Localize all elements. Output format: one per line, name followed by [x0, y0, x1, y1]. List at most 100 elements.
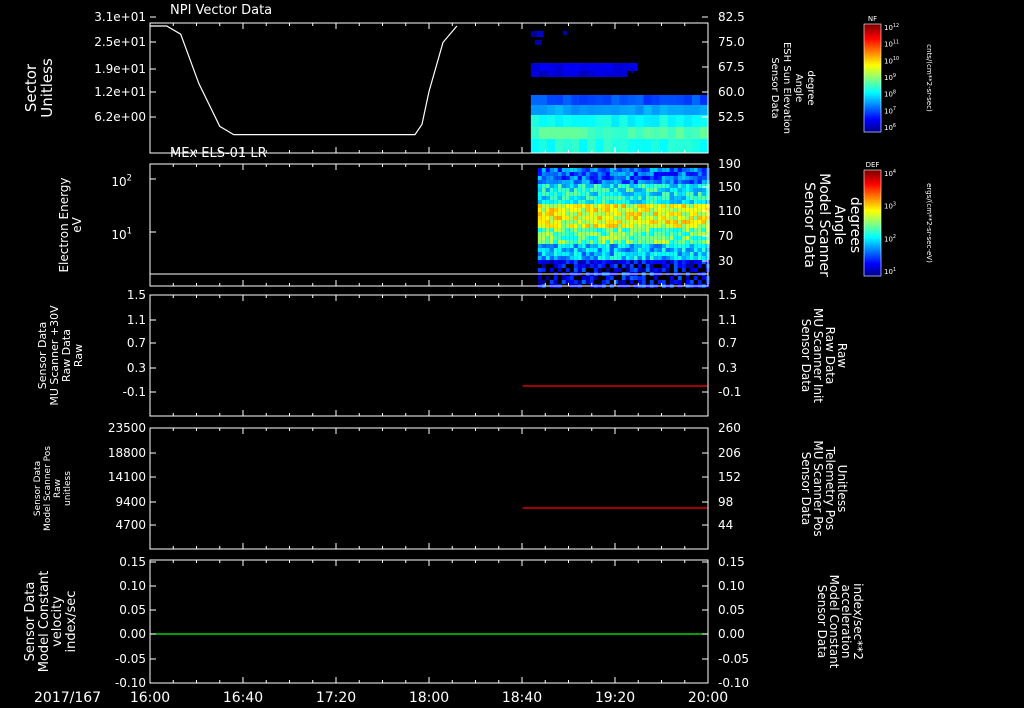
heat-cell — [621, 244, 626, 248]
heat-cell — [553, 212, 558, 216]
heat-cell — [693, 268, 698, 272]
heat-cell — [609, 208, 614, 212]
heat-cell — [545, 168, 550, 172]
heat-cell — [613, 268, 618, 272]
y-tick-label-left: 1.1 — [127, 313, 146, 327]
heat-cell — [689, 256, 694, 260]
heat-cell — [557, 184, 562, 188]
heat-cell — [701, 220, 706, 224]
heat-cell — [586, 71, 596, 77]
heat-cell — [605, 276, 610, 280]
heat-cell — [629, 228, 634, 232]
heat-cell — [549, 232, 554, 236]
heat-cell — [545, 216, 550, 220]
heat-cell — [621, 188, 626, 192]
heat-cell — [681, 168, 686, 172]
heat-cell — [621, 260, 626, 264]
y-tick-label-left: -0.1 — [123, 385, 146, 399]
heat-cell — [587, 63, 597, 71]
heat-cell — [693, 232, 698, 236]
heat-cell — [629, 168, 634, 172]
heat-cell — [625, 260, 630, 264]
heat-cell — [557, 208, 562, 212]
heat-cell — [657, 188, 662, 192]
heat-cell — [665, 180, 670, 184]
heat-cell — [578, 71, 588, 77]
heat-cell — [685, 184, 690, 188]
heat-cell — [665, 204, 670, 208]
label-base: 10 — [884, 235, 893, 243]
heat-cell — [619, 115, 629, 127]
heat-cell — [571, 95, 580, 105]
heat-cell — [613, 252, 618, 256]
heat-cell — [605, 216, 610, 220]
heat-cell — [673, 172, 678, 176]
heat-cell — [569, 216, 574, 220]
heat-cell — [633, 232, 638, 236]
heat-cell — [613, 184, 618, 188]
time-tick-label: 18:00 — [409, 690, 449, 706]
heat-cell — [565, 212, 570, 216]
heat-cell — [585, 184, 590, 188]
heat-cell — [665, 260, 670, 264]
heat-cell — [683, 95, 693, 105]
heat-cell — [601, 240, 606, 244]
heat-cell — [549, 216, 554, 220]
heat-cell — [681, 236, 686, 240]
heat-cell — [545, 244, 550, 248]
heat-cell — [585, 176, 590, 180]
heat-cell — [549, 260, 554, 264]
heat-cell — [609, 172, 614, 176]
heat-cell — [593, 236, 598, 240]
heat-cell — [685, 244, 690, 248]
heat-cell — [665, 192, 670, 196]
heat-cell — [637, 228, 642, 232]
heat-cell — [557, 204, 562, 208]
heat-cell — [653, 244, 658, 248]
heat-cell — [617, 220, 622, 224]
heat-cell — [633, 248, 638, 252]
heat-cell — [693, 204, 698, 208]
heat-cell — [691, 105, 701, 115]
heat-cell — [653, 212, 658, 216]
heat-cell — [581, 176, 586, 180]
heat-cell — [557, 224, 562, 228]
heat-cell — [545, 180, 550, 184]
heat-cell — [633, 176, 638, 180]
heat-cell — [569, 260, 574, 264]
heat-cell — [565, 280, 570, 284]
heat-cell — [585, 276, 590, 280]
heat-cell — [546, 95, 556, 105]
heat-cell — [633, 192, 638, 196]
heat-cell — [581, 228, 586, 232]
heat-cell — [673, 236, 678, 240]
heat-cell — [597, 276, 602, 280]
colorbar-tick-label: 1010 — [884, 56, 899, 65]
heat-cell — [689, 248, 694, 252]
heat-cell — [609, 168, 614, 172]
heat-cell — [657, 196, 662, 200]
heat-cell — [621, 248, 626, 252]
heat-cell — [561, 168, 566, 172]
heat-cell — [605, 212, 610, 216]
heat-cell — [581, 224, 586, 228]
y-tick-label-right: 110 — [718, 204, 741, 218]
heat-cell — [537, 204, 542, 208]
heat-cell — [683, 115, 693, 127]
heat-cell — [693, 276, 698, 280]
heat-cell — [633, 168, 638, 172]
heat-cell — [553, 228, 558, 232]
heat-cell — [549, 180, 554, 184]
heat-cell — [569, 172, 574, 176]
heat-cell — [573, 252, 578, 256]
heat-cell — [649, 216, 654, 220]
heat-cell — [537, 280, 542, 284]
heat-cell — [577, 220, 582, 224]
heat-cell — [609, 184, 614, 188]
heat-cell — [641, 232, 646, 236]
label-base: 10 — [884, 74, 893, 82]
heat-cell — [541, 172, 546, 176]
heat-cell — [653, 248, 658, 252]
heat-cell — [569, 188, 574, 192]
y-tick-label-right: 44 — [718, 518, 733, 532]
